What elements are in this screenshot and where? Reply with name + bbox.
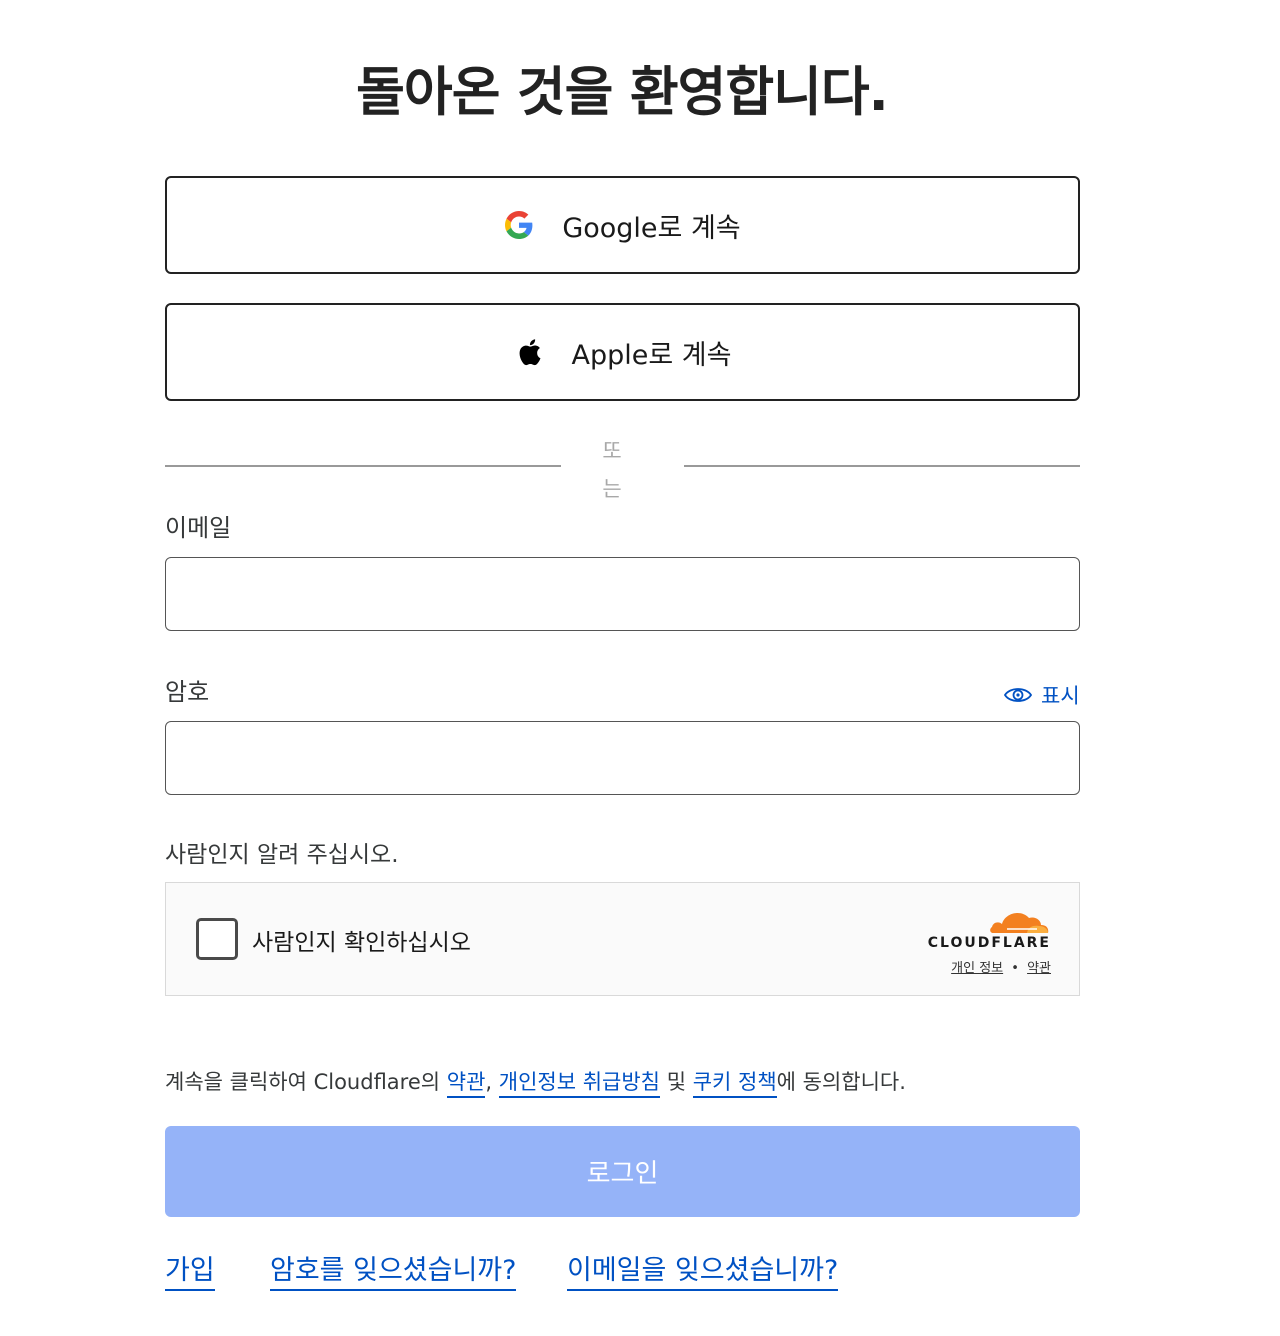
apple-sso-button[interactable]: Apple로 계속 bbox=[165, 303, 1080, 401]
consent-comma: , bbox=[485, 1070, 499, 1094]
email-label: 이메일 bbox=[165, 514, 232, 542]
divider-text: 또는 bbox=[602, 439, 622, 501]
captcha-links: 개인 정보 • 약관 bbox=[951, 957, 1051, 976]
password-field[interactable] bbox=[165, 721, 1080, 795]
cookie-policy-link[interactable]: 쿠키 정책 bbox=[692, 1070, 777, 1098]
apple-sso-label: Apple로 계속 bbox=[571, 339, 732, 371]
captcha-checkbox[interactable] bbox=[196, 918, 238, 960]
consent-text: 계속을 클릭하여 Cloudflare의 약관, 개인정보 취급방침 및 쿠키 … bbox=[165, 1066, 906, 1098]
eye-icon bbox=[1003, 688, 1033, 702]
cloudflare-wordmark: CLOUDFLARE bbox=[927, 935, 1051, 951]
page-title: 돌아온 것을 환영합니다. bbox=[356, 62, 889, 123]
show-password-label: 표시 bbox=[1041, 684, 1080, 708]
captcha-checkbox-label: 사람인지 확인하십시오 bbox=[252, 930, 471, 956]
forgot-password-link[interactable]: 암호를 잊으셨습니까? bbox=[270, 1248, 517, 1291]
login-button[interactable]: 로그인 bbox=[165, 1126, 1080, 1217]
login-page: 돌아온 것을 환영합니다. Google로 계속 Apple로 계속 또는 이메… bbox=[0, 0, 1280, 1336]
forgot-email-link[interactable]: 이메일을 잊으셨습니까? bbox=[567, 1248, 839, 1291]
signup-link[interactable]: 가입 bbox=[165, 1248, 215, 1291]
password-label: 암호 bbox=[165, 678, 210, 706]
google-sso-button[interactable]: Google로 계속 bbox=[165, 176, 1080, 274]
captcha-terms-link[interactable]: 약관 bbox=[1027, 961, 1051, 976]
captcha-prompt: 사람인지 알려 주십시오. bbox=[165, 842, 399, 868]
captcha-widget: 사람인지 확인하십시오 CLOUDFLARE 개인 정보 • 약관 bbox=[165, 882, 1080, 996]
consent-suffix: 에 동의합니다. bbox=[776, 1070, 906, 1094]
apple-icon bbox=[514, 337, 544, 367]
consent-prefix: 계속을 클릭하여 Cloudflare의 bbox=[165, 1070, 447, 1094]
google-sso-label: Google로 계속 bbox=[562, 212, 741, 244]
consent-and: 및 bbox=[660, 1070, 693, 1094]
divider-line-left bbox=[165, 465, 561, 467]
show-password-toggle[interactable]: 표시 bbox=[1003, 680, 1080, 710]
cloudflare-branding: CLOUDFLARE 개인 정보 • 약관 bbox=[911, 903, 1051, 983]
captcha-link-separator: • bbox=[1011, 961, 1019, 976]
cloudflare-cloud-icon bbox=[990, 913, 1049, 933]
terms-link[interactable]: 약관 bbox=[446, 1070, 486, 1098]
google-icon bbox=[504, 210, 534, 240]
divider-line-right bbox=[684, 465, 1080, 467]
privacy-policy-link[interactable]: 개인정보 취급방침 bbox=[498, 1070, 661, 1098]
captcha-privacy-link[interactable]: 개인 정보 bbox=[951, 961, 1003, 976]
email-field[interactable] bbox=[165, 557, 1080, 631]
